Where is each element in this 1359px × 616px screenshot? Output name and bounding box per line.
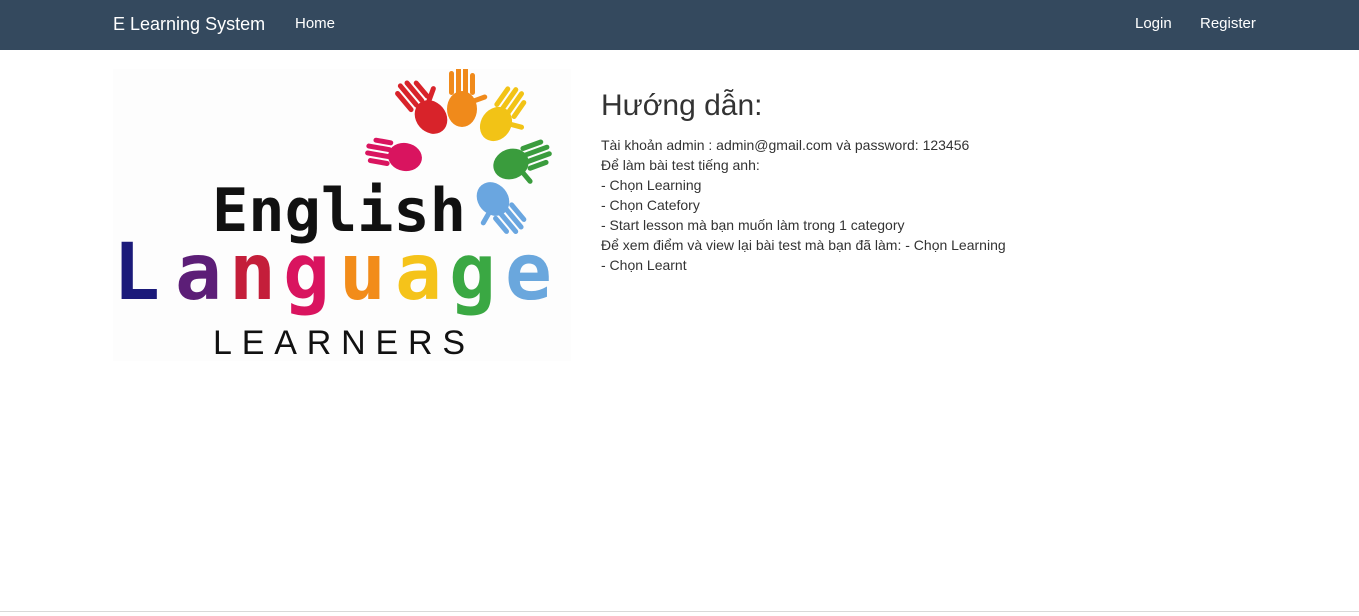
logo-letter: L [113, 228, 160, 318]
guide-line-step: - Chọn Learnt [601, 257, 687, 273]
logo-word-learners: LEARNERS [213, 324, 465, 361]
top-navbar: E Learning System Home Login Register [0, 0, 1359, 50]
guide-line-step: - Chọn Learning [601, 177, 702, 193]
hand-orange-icon [447, 69, 488, 127]
logo-letter: u [339, 228, 386, 318]
nav-login-link[interactable]: Login [1135, 15, 1172, 33]
guide-line-review-intro: Để xem điểm và view lại bài test mà bạn … [601, 237, 1006, 253]
brand-link[interactable]: E Learning System [113, 13, 265, 35]
guide-line-admin-account: Tài khoản admin : admin@gmail.com và pas… [601, 137, 970, 153]
english-language-learners-logo: English L a n g u a g e LEARNERS [113, 69, 571, 361]
bottom-divider [0, 611, 1359, 612]
logo-image: English L a n g u a g e LEARNERS [113, 69, 552, 361]
logo-letter: a [175, 228, 222, 318]
logo-letter: n [229, 228, 276, 318]
logo-letter: a [395, 228, 442, 318]
logo-letter: g [283, 228, 330, 318]
nav-home-link[interactable]: Home [295, 15, 335, 33]
guide-line-step: - Chọn Catefory [601, 197, 700, 213]
guide-title: Hướng dẫn: [601, 89, 763, 122]
guide-line-step: - Start lesson mà bạn muốn làm trong 1 c… [601, 217, 905, 233]
guide-line-test-intro: Để làm bài test tiếng anh: [601, 157, 760, 173]
hand-yellow-icon [479, 86, 527, 142]
logo-letter: g [449, 228, 496, 318]
guide-panel: Hướng dẫn: Tài khoản admin : admin@gmail… [601, 88, 1301, 275]
logo-letter: e [505, 228, 552, 318]
nav-register-link[interactable]: Register [1200, 15, 1256, 33]
guide-instructions: Tài khoản admin : admin@gmail.com và pas… [601, 135, 1301, 275]
hand-pink-icon [365, 137, 422, 172]
